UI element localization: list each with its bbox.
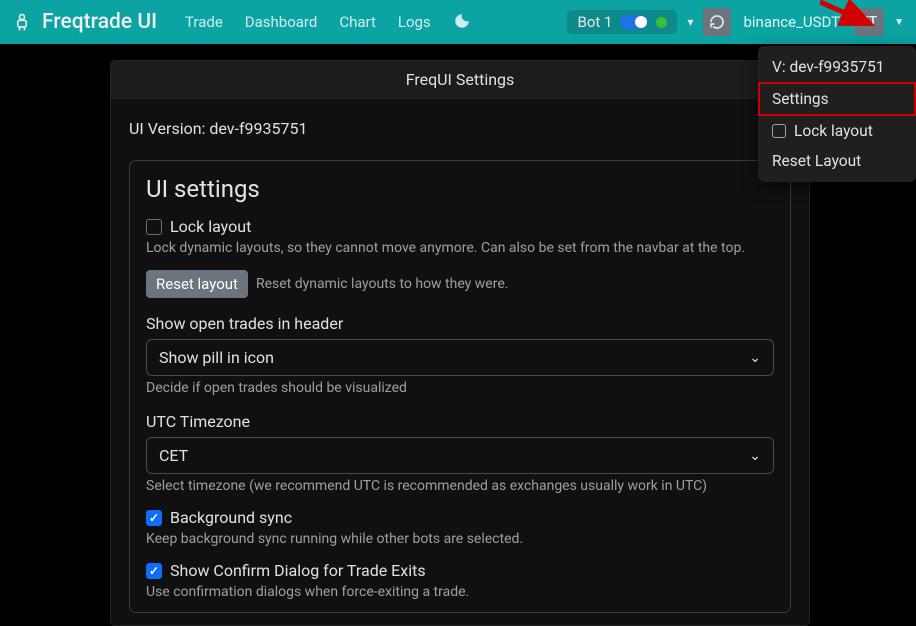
dropdown-lock-layout[interactable]: Lock layout (758, 116, 916, 146)
timezone-label: UTC Timezone (146, 412, 774, 431)
dropdown-reset-label: Reset Layout (772, 152, 861, 170)
nav-link-chart[interactable]: Chart (331, 9, 384, 35)
dropdown-settings-label: Settings (772, 90, 829, 108)
exchange-link[interactable]: binance_USDT (743, 13, 840, 31)
nav-link-dashboard[interactable]: Dashboard (237, 9, 326, 35)
reset-layout-button[interactable]: Reset layout (146, 270, 248, 298)
timezone-hint: Select timezone (we recommend UTC is rec… (146, 478, 774, 494)
app-logo-icon (12, 8, 32, 36)
ui-settings-panel: UI settings Lock layout Lock dynamic lay… (129, 160, 791, 613)
theme-toggle[interactable] (445, 6, 479, 38)
bot-status-icon (656, 17, 667, 28)
bot-selector[interactable]: Bot 1 (567, 10, 677, 34)
bot-chevron-icon[interactable]: ▾ (683, 15, 697, 29)
page-title: FreqUI Settings (111, 61, 809, 99)
chevron-down-icon: ⌄ (749, 350, 761, 366)
timezone-select[interactable]: CET ⌄ (146, 437, 774, 474)
dropdown-reset-layout[interactable]: Reset Layout (758, 146, 916, 176)
dropdown-version: V: dev-f9935751 (758, 52, 916, 82)
lock-layout-checkbox[interactable] (146, 219, 162, 235)
chevron-down-icon: ⌄ (749, 448, 761, 464)
confirm-exit-label: Show Confirm Dialog for Trade Exits (170, 561, 426, 580)
bg-sync-checkbox[interactable] (146, 510, 162, 526)
dropdown-version-text: V: dev-f9935751 (772, 58, 885, 76)
bg-sync-hint: Keep background sync running while other… (146, 531, 774, 547)
bg-sync-label: Background sync (170, 508, 292, 527)
navbar: Freqtrade UI Trade Dashboard Chart Logs … (0, 0, 916, 44)
dropdown-lock-label: Lock layout (794, 122, 873, 140)
confirm-exit-hint: Use confirmation dialogs when force-exit… (146, 584, 774, 600)
bot-toggle[interactable] (620, 15, 648, 29)
open-trades-hint: Decide if open trades should be visualiz… (146, 380, 774, 396)
brand-title: Freqtrade UI (42, 10, 157, 34)
lock-layout-label: Lock layout (170, 217, 251, 236)
open-trades-label: Show open trades in header (146, 314, 774, 333)
open-trades-value: Show pill in icon (159, 348, 274, 367)
user-dropdown: V: dev-f9935751 Settings Lock layout Res… (758, 46, 916, 182)
avatar-chevron-icon[interactable]: ▼ (894, 17, 904, 28)
nav-link-trade[interactable]: Trade (177, 9, 231, 35)
lock-layout-hint: Lock dynamic layouts, so they cannot mov… (146, 240, 774, 256)
avatar[interactable]: FT (854, 8, 884, 36)
open-trades-select[interactable]: Show pill in icon ⌄ (146, 339, 774, 376)
timezone-value: CET (159, 446, 188, 465)
confirm-exit-checkbox[interactable] (146, 563, 162, 579)
reload-button[interactable] (703, 8, 731, 36)
ui-version-text: UI Version: dev-f9935751 (129, 119, 791, 138)
dropdown-settings[interactable]: Settings (758, 82, 916, 116)
nav-link-logs[interactable]: Logs (390, 9, 439, 35)
ui-settings-heading: UI settings (146, 175, 774, 203)
settings-card: FreqUI Settings UI Version: dev-f9935751… (110, 60, 810, 626)
reset-layout-hint: Reset dynamic layouts to how they were. (256, 276, 509, 292)
dropdown-lock-checkbox[interactable] (772, 124, 786, 138)
bot-name: Bot 1 (577, 13, 612, 31)
